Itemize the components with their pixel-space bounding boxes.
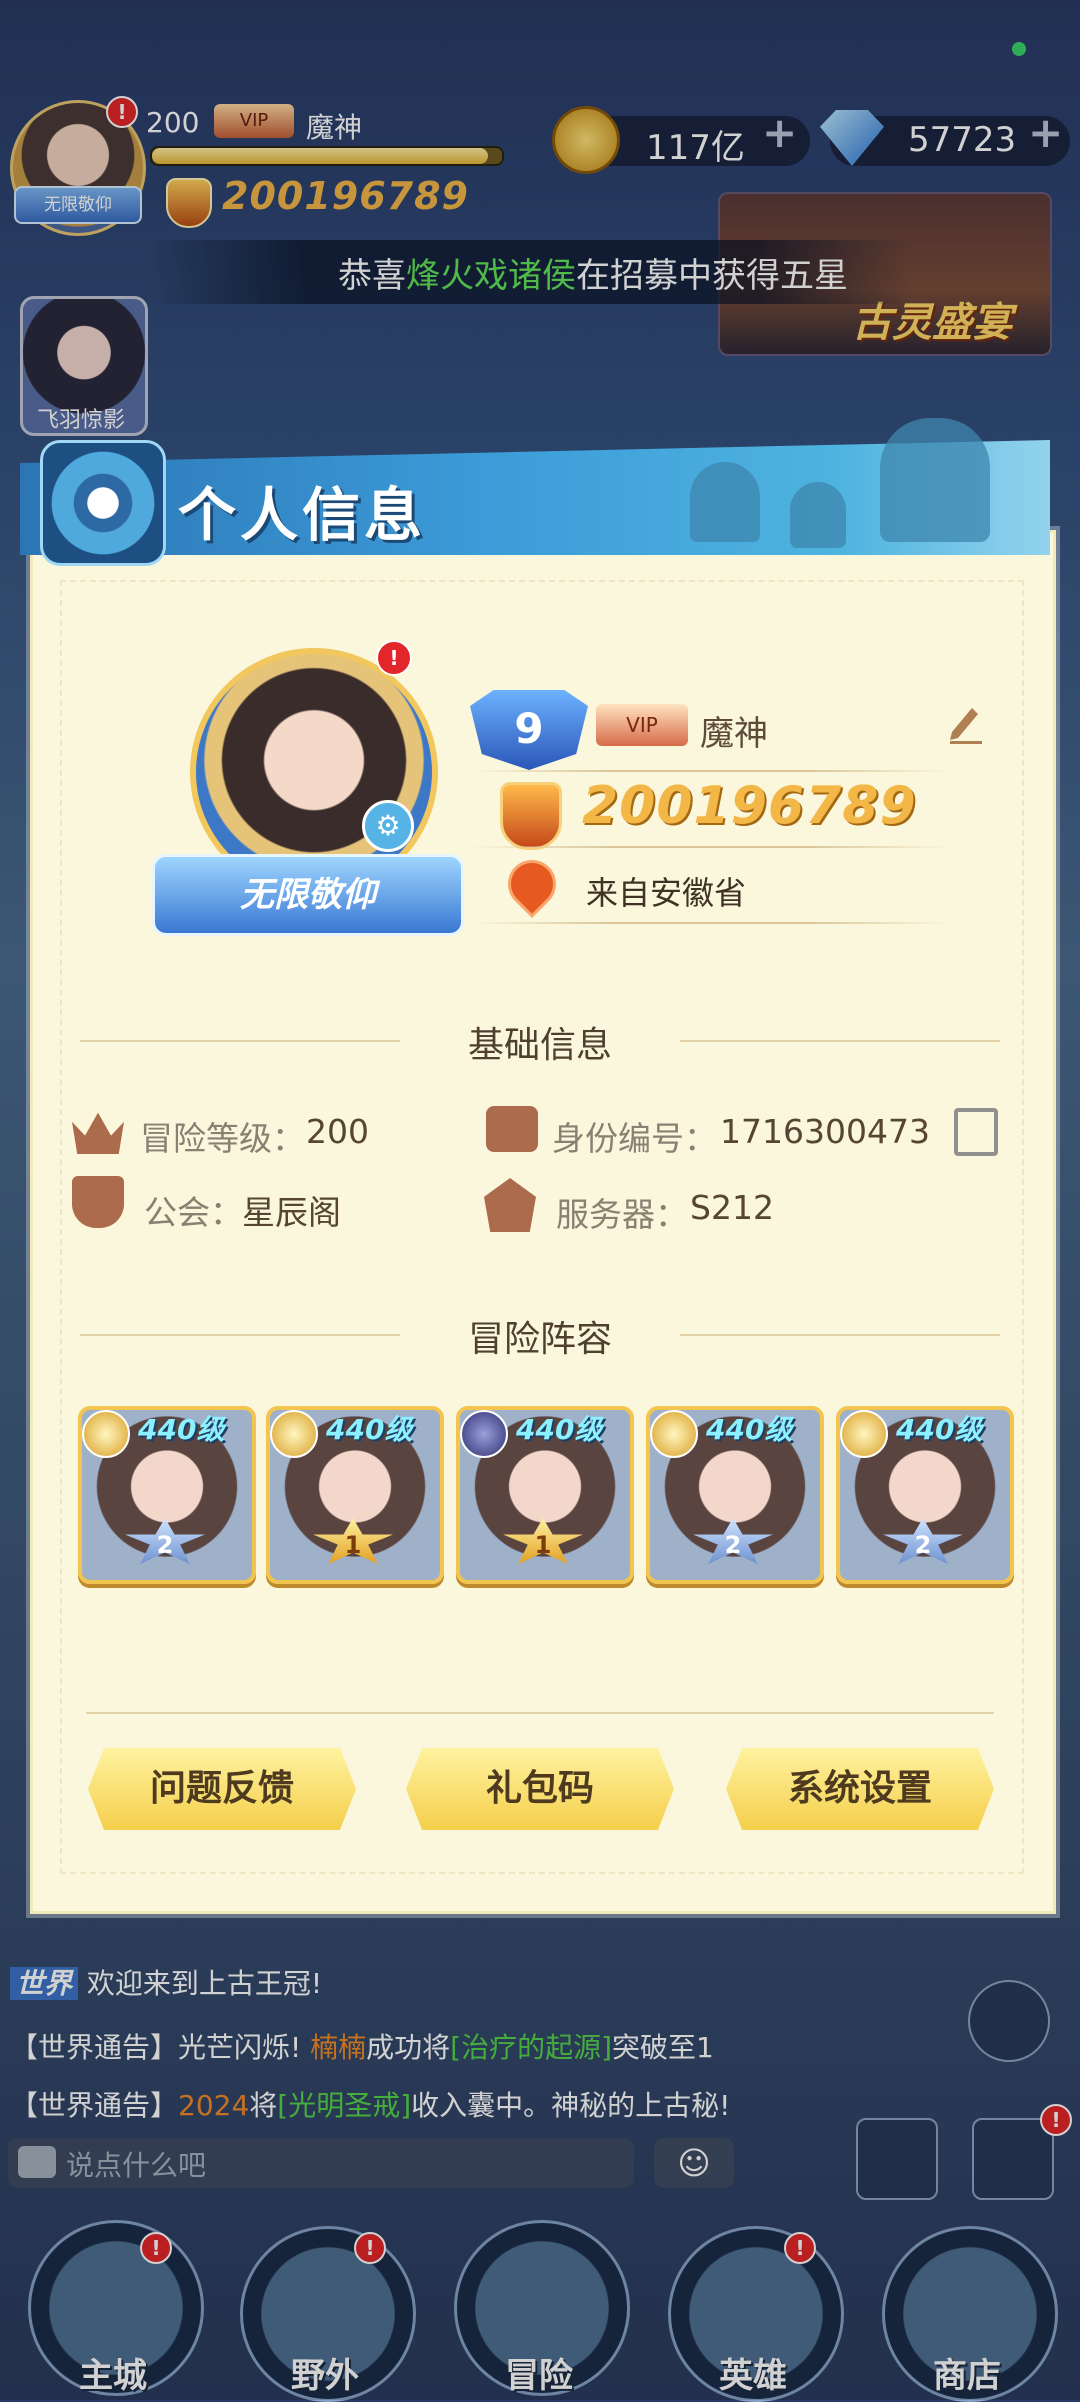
- header-decoration-2: [790, 482, 846, 548]
- header-decoration-1: [690, 462, 760, 542]
- hero-level: 440级: [138, 1413, 225, 1446]
- system-settings-button[interactable]: 系统设置: [726, 1748, 994, 1830]
- adventure-level-value: 200: [306, 1112, 369, 1151]
- lineup-heading: 冒险阵容: [467, 1319, 612, 1360]
- section-deco-left: [80, 1334, 400, 1336]
- divider: [470, 922, 950, 924]
- divider: [470, 770, 950, 772]
- profile-header-icon: [40, 440, 166, 566]
- hero-element-icon: [460, 1410, 508, 1458]
- server-label: 服务器：: [556, 1195, 688, 1234]
- avatar-settings-gear-icon[interactable]: ⚙: [362, 800, 414, 852]
- guild-value: 星辰阁: [242, 1193, 341, 1232]
- hero-level: 440级: [326, 1413, 413, 1446]
- edit-name-icon[interactable]: [942, 698, 988, 744]
- guild-icon: [72, 1176, 124, 1228]
- divider: [470, 846, 950, 848]
- hero-level: 440级: [706, 1413, 793, 1446]
- basic-info-heading: 基础信息: [467, 1025, 612, 1066]
- adventure-level-label: 冒险等级：: [140, 1119, 305, 1158]
- footer-divider: [86, 1712, 994, 1714]
- combat-power-icon: [500, 782, 562, 850]
- hero-level: 440级: [516, 1413, 603, 1446]
- combat-power-value: 200196789: [582, 776, 917, 836]
- hero-element-icon: [270, 1410, 318, 1458]
- server-value: S212: [690, 1188, 774, 1227]
- hero-level: 440级: [896, 1413, 983, 1446]
- id-label: 身份编号：: [552, 1119, 717, 1158]
- hero-element-icon: [82, 1410, 130, 1458]
- feedback-button[interactable]: 问题反馈: [88, 1748, 356, 1830]
- guild-label: 公会：: [144, 1193, 243, 1232]
- vip-badge: VIP: [596, 704, 688, 746]
- profile-avatar-alert: !: [376, 640, 412, 676]
- header-decoration-3: [880, 418, 990, 542]
- profile-title-badge: 无限敬仰: [152, 854, 464, 936]
- hero-element-icon: [840, 1410, 888, 1458]
- section-deco-right: [680, 1334, 1000, 1336]
- hero-element-icon: [650, 1410, 698, 1458]
- section-deco-right: [680, 1040, 1000, 1042]
- location-text: 来自安徽省: [586, 874, 747, 912]
- profile-name: 魔神: [700, 714, 768, 754]
- gift-code-button[interactable]: 礼包码: [406, 1748, 674, 1830]
- modal-title: 个人信息: [178, 481, 427, 549]
- section-deco-left: [80, 1040, 400, 1042]
- id-value: 1716300473: [720, 1112, 930, 1151]
- copy-id-icon[interactable]: [954, 1108, 998, 1156]
- id-card-icon: [486, 1106, 538, 1152]
